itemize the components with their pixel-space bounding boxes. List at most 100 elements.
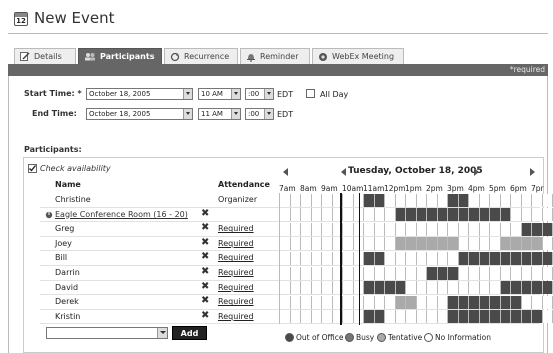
availability-slot bbox=[290, 295, 301, 309]
availability-slot bbox=[511, 251, 522, 265]
availability-slot bbox=[511, 266, 522, 280]
availability-slot bbox=[311, 295, 322, 309]
availability-slot bbox=[322, 208, 333, 222]
availability-slot bbox=[374, 222, 385, 236]
legend-swatch bbox=[345, 333, 354, 342]
availability-slot bbox=[458, 310, 469, 324]
legend-out-of-office: Out of Office bbox=[285, 333, 344, 342]
availability-slot bbox=[490, 237, 501, 251]
availability-slot bbox=[416, 266, 427, 280]
availability-slot bbox=[343, 222, 354, 236]
availability-slot bbox=[416, 310, 427, 324]
availability-slot bbox=[521, 266, 532, 280]
availability-slot bbox=[301, 193, 312, 207]
availability-slot bbox=[448, 208, 459, 222]
availability-slot bbox=[322, 193, 333, 207]
availability-slot bbox=[416, 251, 427, 265]
availability-slot bbox=[500, 237, 511, 251]
availability-slot bbox=[374, 266, 385, 280]
legend-label: Busy bbox=[356, 333, 375, 342]
availability-slot bbox=[511, 193, 522, 207]
availability-slot bbox=[311, 193, 322, 207]
availability-slot bbox=[311, 310, 322, 324]
availability-slot bbox=[500, 193, 511, 207]
availability-slot bbox=[416, 295, 427, 309]
availability-slot bbox=[469, 295, 480, 309]
availability-slot bbox=[521, 208, 532, 222]
availability-slot bbox=[385, 222, 396, 236]
availability-slot bbox=[311, 222, 322, 236]
availability-slot bbox=[343, 193, 354, 207]
availability-slot bbox=[395, 208, 406, 222]
availability-slot bbox=[469, 251, 480, 265]
availability-slot bbox=[479, 310, 490, 324]
availability-slot bbox=[458, 295, 469, 309]
availability-slot bbox=[280, 281, 291, 295]
availability-slot bbox=[532, 310, 543, 324]
availability-slot bbox=[542, 281, 553, 295]
availability-slot bbox=[364, 237, 375, 251]
availability-slot bbox=[469, 310, 480, 324]
availability-slot bbox=[521, 281, 532, 295]
availability-slot bbox=[364, 208, 375, 222]
availability-slot bbox=[490, 310, 501, 324]
availability-slot bbox=[448, 310, 459, 324]
availability-slot bbox=[322, 310, 333, 324]
availability-slot bbox=[542, 310, 553, 324]
availability-slot bbox=[458, 237, 469, 251]
availability-slot bbox=[343, 251, 354, 265]
availability-slot bbox=[500, 251, 511, 265]
availability-slot bbox=[427, 193, 438, 207]
add-button[interactable]: Add bbox=[172, 326, 207, 340]
availability-slot bbox=[311, 251, 322, 265]
availability-slot bbox=[521, 222, 532, 236]
availability-slot bbox=[427, 281, 438, 295]
legend-swatch bbox=[377, 333, 386, 342]
availability-slot bbox=[490, 208, 501, 222]
availability-slot bbox=[448, 222, 459, 236]
availability-slot bbox=[532, 208, 543, 222]
availability-slot bbox=[427, 295, 438, 309]
availability-slot bbox=[343, 281, 354, 295]
end-time-marker bbox=[359, 193, 360, 325]
availability-slot bbox=[395, 310, 406, 324]
availability-slot bbox=[469, 208, 480, 222]
availability-slot bbox=[469, 222, 480, 236]
availability-slot bbox=[290, 281, 301, 295]
availability-slot bbox=[490, 281, 501, 295]
availability-slot bbox=[301, 281, 312, 295]
availability-slot bbox=[374, 193, 385, 207]
availability-slot bbox=[322, 295, 333, 309]
availability-slot bbox=[385, 266, 396, 280]
availability-slot bbox=[437, 281, 448, 295]
availability-slot bbox=[458, 222, 469, 236]
availability-slot bbox=[385, 310, 396, 324]
availability-slot bbox=[511, 237, 522, 251]
availability-slot bbox=[500, 208, 511, 222]
availability-slot bbox=[532, 251, 543, 265]
add-participant-input[interactable] bbox=[46, 327, 168, 339]
availability-slot bbox=[416, 281, 427, 295]
availability-slot bbox=[427, 266, 438, 280]
availability-slot bbox=[448, 251, 459, 265]
availability-slot bbox=[427, 237, 438, 251]
availability-slot bbox=[427, 222, 438, 236]
availability-slot bbox=[437, 310, 448, 324]
availability-slot bbox=[280, 295, 291, 309]
availability-slot bbox=[311, 281, 322, 295]
availability-slot bbox=[301, 310, 312, 324]
availability-slot bbox=[385, 281, 396, 295]
availability-slot bbox=[301, 208, 312, 222]
availability-slot bbox=[364, 251, 375, 265]
chevron-down-icon[interactable] bbox=[157, 328, 167, 338]
availability-slot bbox=[490, 295, 501, 309]
availability-slot bbox=[311, 208, 322, 222]
availability-slot bbox=[500, 295, 511, 309]
availability-slot bbox=[448, 193, 459, 207]
availability-slot bbox=[364, 266, 375, 280]
availability-slot bbox=[364, 310, 375, 324]
availability-slot bbox=[290, 208, 301, 222]
availability-slot bbox=[374, 295, 385, 309]
availability-slot bbox=[500, 222, 511, 236]
availability-slot bbox=[479, 193, 490, 207]
